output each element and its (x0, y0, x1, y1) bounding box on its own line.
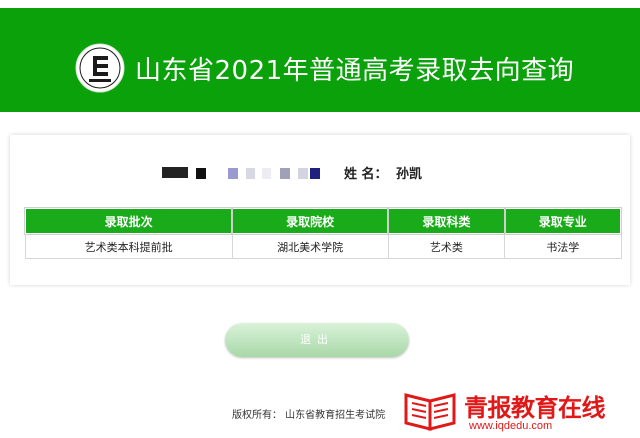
student-name: 孙凯 (396, 167, 423, 182)
exam-institute-logo-icon (75, 43, 125, 93)
copyright-footer: 版权所有： 山东省教育招生考试院 (232, 410, 386, 421)
admission-category: 艺术类 (387, 233, 506, 259)
watermark-brand: 青报教育在线 (464, 394, 606, 422)
table-header-row: 录取批次 录取院校 录取科类 录取专业 (23, 207, 623, 235)
column-header: 录取专业 (503, 207, 623, 235)
watermark-url: www.iqdedu.com (469, 420, 553, 432)
column-header: 录取科类 (387, 207, 506, 235)
page-title: 山东省2021年普通高考录取去向查询 (135, 56, 575, 86)
table-row: 艺术类本科提前批 湖北美术学院 艺术类 书法学 (24, 233, 622, 259)
exit-button[interactable]: 退出 (225, 323, 409, 357)
page-header: 山东省2021年普通高考录取去向查询 (0, 8, 640, 112)
admission-school: 湖北美术学院 (231, 233, 389, 259)
admission-batch: 艺术类本科提前批 (24, 233, 233, 259)
column-header: 录取院校 (231, 207, 390, 235)
name-label: 姓 名： (344, 167, 388, 182)
open-book-icon (404, 393, 456, 431)
column-header: 录取批次 (23, 207, 234, 235)
admission-table: 录取批次 录取院校 录取科类 录取专业 艺术类本科提前批 湖北美术学院 艺术类 … (23, 207, 623, 259)
admission-major: 书法学 (504, 233, 622, 259)
